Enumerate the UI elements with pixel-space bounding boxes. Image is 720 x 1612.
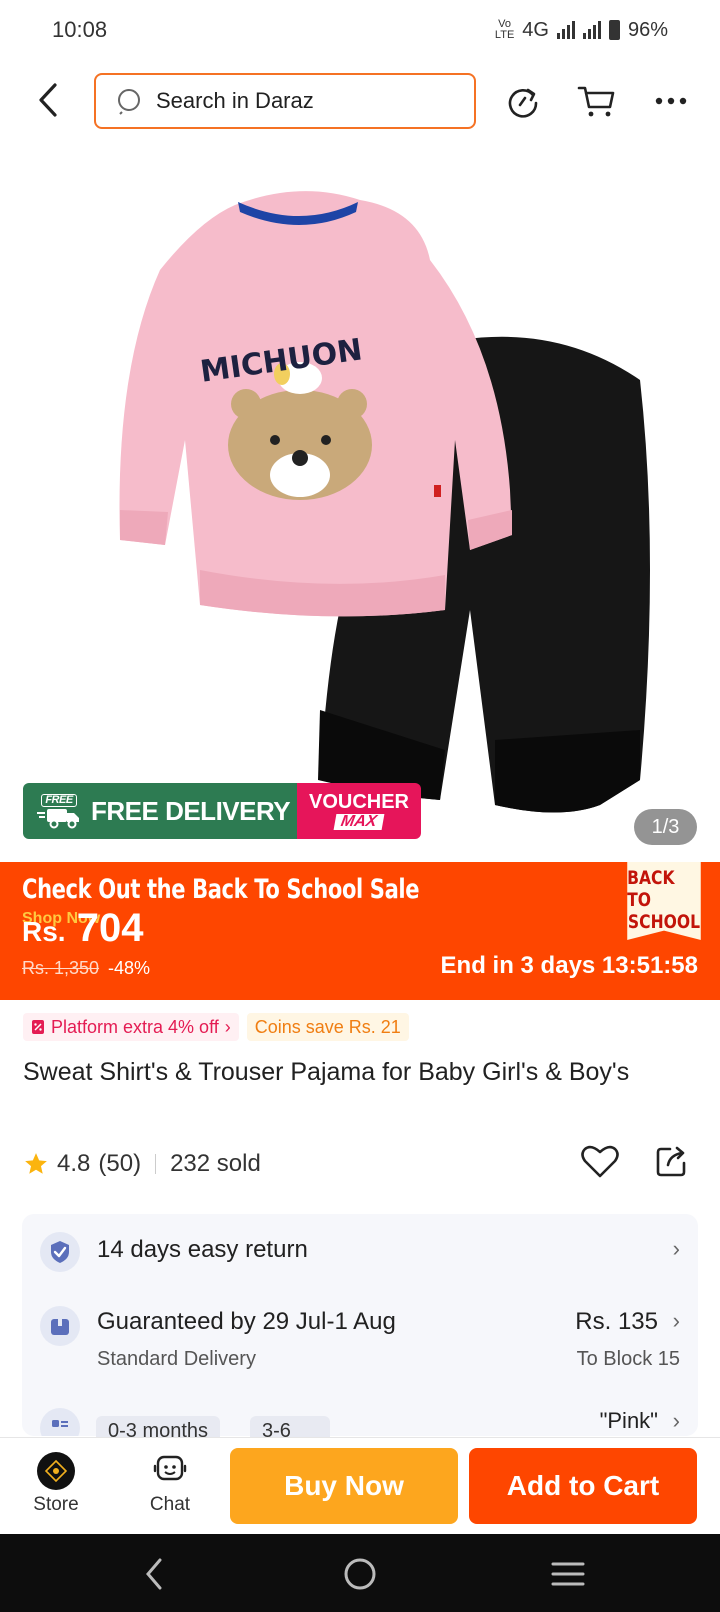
status-bar: 10:08 Vo LTE 4G 96% xyxy=(0,0,720,60)
free-delivery-text: FREE DELIVERY xyxy=(91,795,291,826)
refresh-button[interactable] xyxy=(500,78,546,124)
voucher-icon xyxy=(32,1020,44,1034)
store-logo-icon xyxy=(37,1452,75,1490)
buy-now-button[interactable]: Buy Now xyxy=(230,1448,458,1524)
chat-label: Chat xyxy=(149,1494,191,1515)
delivery-fee: Rs. 135 xyxy=(575,1308,658,1335)
search-input[interactable]: Search in Daraz xyxy=(94,73,476,129)
signal-icon xyxy=(556,21,575,39)
status-icons: Vo LTE 4G 96% xyxy=(495,19,668,42)
more-icon xyxy=(655,97,687,105)
sold-count: 232 sold xyxy=(170,1150,261,1177)
price-value: 704 xyxy=(76,906,144,950)
delivery-row[interactable]: Guaranteed by 29 Jul-1 Aug Standard Deli… xyxy=(22,1288,698,1388)
battery-level: 96% xyxy=(627,18,668,41)
system-home-button[interactable] xyxy=(338,1552,382,1596)
free-tag: FREE xyxy=(41,793,77,807)
truck-icon xyxy=(37,808,79,828)
chevron-right-icon: › xyxy=(672,1308,680,1333)
return-policy-text: 14 days easy return xyxy=(97,1236,308,1263)
heart-icon xyxy=(581,1145,619,1178)
shield-check-icon xyxy=(40,1232,80,1272)
promo-banner[interactable]: FREE FREE DELIVERY VOUCHER MAX xyxy=(23,783,421,839)
volte-icon: Vo LTE xyxy=(494,18,515,41)
status-time: 10:08 xyxy=(52,17,108,42)
back-button[interactable] xyxy=(28,78,68,122)
signal-icon xyxy=(582,21,601,39)
discount-percent: -48% xyxy=(108,958,151,978)
service-card: 14 days easy return › Guaranteed by 29 J… xyxy=(22,1214,698,1436)
delivery-type: Standard Delivery xyxy=(97,1348,256,1370)
home-circle-icon xyxy=(344,1558,376,1590)
price-currency: Rs. xyxy=(22,916,66,947)
system-recents-button[interactable] xyxy=(546,1552,590,1596)
sale-countdown: End in 3 days 13:51:58 xyxy=(440,952,698,979)
add-to-cart-button[interactable]: Add to Cart xyxy=(469,1448,697,1524)
image-counter: 1/3 xyxy=(634,809,697,845)
menu-lines-icon xyxy=(551,1562,585,1586)
bottom-action-bar: Store Chat Buy Now Add to Cart xyxy=(0,1437,720,1533)
badge-line1: BACK TO xyxy=(627,867,675,912)
delivery-date: Guaranteed by 29 Jul-1 Aug xyxy=(97,1308,396,1335)
product-title: Sweat Shirt's & Trouser Pajama for Baby … xyxy=(23,1058,630,1086)
star-icon xyxy=(25,1153,47,1174)
wishlist-button[interactable] xyxy=(580,1141,620,1181)
chat-icon xyxy=(153,1455,187,1481)
back-to-school-badge: BACK TO SCHOOL xyxy=(627,862,701,940)
delivery-location: To Block 15 xyxy=(576,1348,680,1370)
platform-discount-tag[interactable]: Platform extra 4% off › xyxy=(23,1013,239,1041)
store-button[interactable]: Store xyxy=(16,1452,96,1516)
chevron-right-icon: › xyxy=(672,1408,680,1433)
sale-price: Rs. 704 xyxy=(22,906,143,951)
coins-text: Coins save Rs. 21 xyxy=(254,1016,401,1037)
store-label: Store xyxy=(33,1494,79,1515)
search-placeholder: Search in Daraz xyxy=(156,88,314,113)
package-icon xyxy=(40,1306,80,1346)
variant-icon xyxy=(40,1408,80,1436)
cart-icon xyxy=(577,86,615,117)
original-price: Rs. 1,350 xyxy=(22,958,100,978)
share-button[interactable] xyxy=(652,1141,692,1181)
system-nav-bar xyxy=(0,1534,720,1612)
chat-button[interactable]: Chat xyxy=(130,1452,210,1516)
system-back-button[interactable] xyxy=(132,1552,176,1596)
selected-variant: "Pink" xyxy=(599,1408,658,1433)
divider xyxy=(155,1154,157,1174)
free-delivery-badge: FREE FREE DELIVERY xyxy=(23,783,297,839)
search-icon xyxy=(118,89,140,115)
refresh-icon xyxy=(508,88,538,118)
coins-tag[interactable]: Coins save Rs. 21 xyxy=(246,1013,409,1041)
cart-button[interactable] xyxy=(574,78,620,124)
network-label: 4G xyxy=(522,18,549,41)
chevron-right-icon: › xyxy=(672,1236,680,1261)
product-image[interactable]: MICHUON xyxy=(0,140,720,862)
top-nav: Search in Daraz xyxy=(0,70,720,132)
back-arrow-icon xyxy=(146,1558,162,1590)
chevron-right-icon: › xyxy=(224,1016,231,1037)
badge-line2: SCHOOL xyxy=(627,910,701,933)
promo-tags: Platform extra 4% off › Coins save Rs. 2… xyxy=(23,1013,409,1041)
sale-title: Check Out the Back To School Sale xyxy=(22,874,420,905)
voucher-text: VOUCHER xyxy=(308,791,409,813)
share-icon xyxy=(656,1146,686,1177)
product-photo: MICHUON xyxy=(119,191,650,813)
review-count: (50) xyxy=(98,1150,142,1177)
rating-value: 4.8 xyxy=(57,1150,91,1177)
battery-icon xyxy=(608,20,620,40)
platform-discount-text: Platform extra 4% off xyxy=(51,1016,219,1037)
sale-banner[interactable]: Check Out the Back To School Sale Shop N… xyxy=(0,862,720,1000)
return-policy-row[interactable]: 14 days easy return › xyxy=(22,1214,698,1288)
voucher-max-badge: VOUCHER MAX xyxy=(297,783,421,839)
chevron-left-icon xyxy=(39,83,57,117)
more-button[interactable] xyxy=(648,78,694,124)
voucher-max-text: MAX xyxy=(333,813,385,830)
